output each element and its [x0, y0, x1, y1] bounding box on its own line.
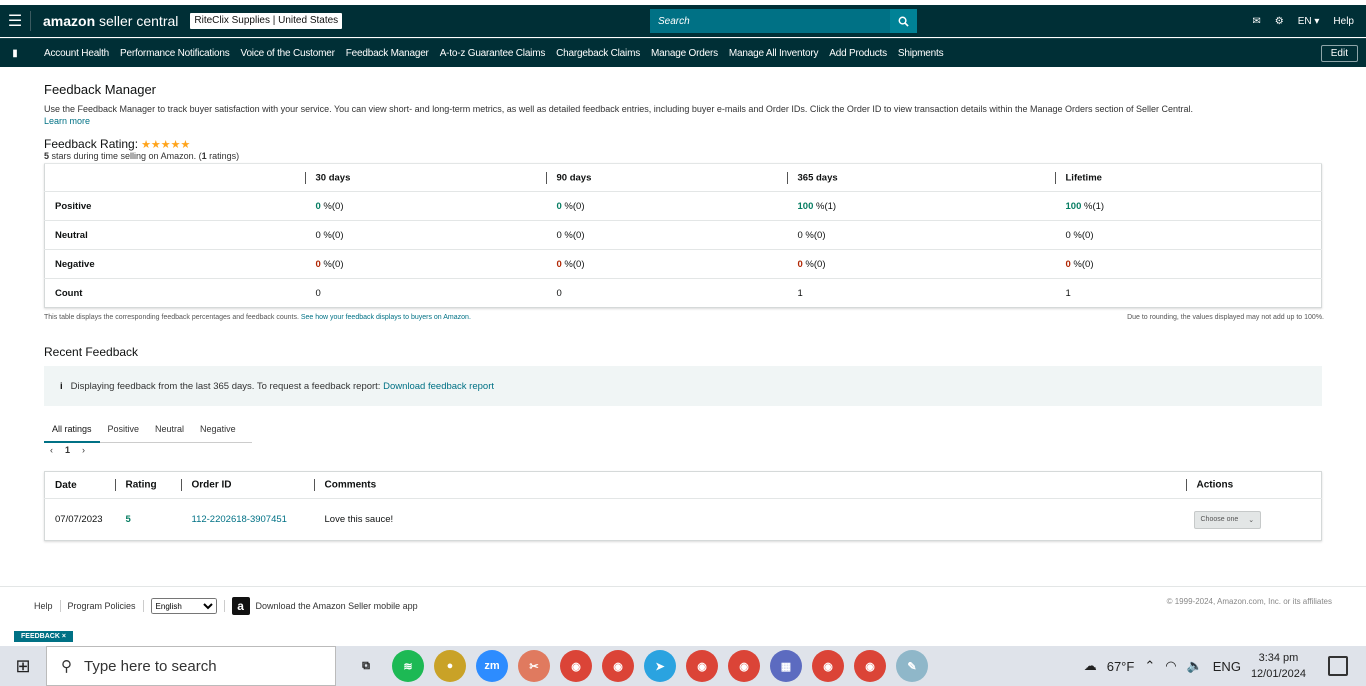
temperature: 67°F: [1106, 658, 1135, 674]
chevron-up-icon[interactable]: ⌃: [1144, 658, 1155, 674]
chrome-profile-icon[interactable]: ◉: [812, 650, 844, 682]
edit-nav-button[interactable]: Edit: [1320, 45, 1358, 62]
prev-page-icon[interactable]: ‹: [50, 445, 53, 455]
page-title: Feedback Manager: [44, 82, 157, 97]
info-icon: i: [60, 380, 63, 392]
tab-all-ratings[interactable]: All ratings: [44, 415, 100, 443]
table-header-row: Date Rating Order ID Comments Actions: [55, 479, 1234, 491]
recent-feedback-table: Date Rating Order ID Comments Actions 07…: [44, 471, 1322, 541]
table-row: Count 0 0 1 1: [44, 278, 1322, 308]
search-box: [650, 9, 917, 33]
table-row: Neutral 0 %(0) 0 %(0) 0 %(0) 0 %(0): [44, 220, 1322, 250]
chrome-profile-icon[interactable]: ◉: [728, 650, 760, 682]
bookmark-icon[interactable]: ▮: [0, 48, 30, 59]
pagination: ‹ 1 ›: [44, 445, 1324, 455]
feedback-tag[interactable]: FEEDBACK ×: [14, 631, 73, 642]
language-selector[interactable]: EN ▾: [1298, 16, 1320, 27]
nav-item-feedback-manager[interactable]: Feedback Manager: [346, 48, 429, 59]
order-id-link[interactable]: 112-2202618-3907451: [192, 514, 287, 525]
chrome-profile-icon[interactable]: ◉: [602, 650, 634, 682]
seller-central-logo[interactable]: amazon seller central: [30, 11, 178, 31]
zoom-icon[interactable]: zm: [476, 650, 508, 682]
input-language[interactable]: ENG: [1213, 659, 1241, 674]
table-row: 07/07/2023 5 112-2202618-3907451 Love th…: [44, 498, 1322, 541]
weather-icon[interactable]: ☁: [1084, 658, 1097, 674]
calculator-icon[interactable]: ▦: [770, 650, 802, 682]
chevron-down-icon: ⌄: [1248, 516, 1255, 524]
task-view-icon[interactable]: ⧉: [350, 650, 382, 682]
rating-tabs: All ratings Positive Neutral Negative: [44, 415, 252, 443]
download-app-link[interactable]: Download the Amazon Seller mobile app: [256, 601, 418, 611]
rating-summary: 5 stars during time selling on Amazon. (…: [44, 151, 240, 161]
taskbar-search[interactable]: ⚲ Type here to search: [46, 646, 336, 686]
clock[interactable]: 3:34 pm 12/01/2024: [1251, 650, 1306, 682]
program-policies-link[interactable]: Program Policies: [68, 601, 136, 611]
table-row: Negative 0 %(0) 0 %(0) 0 %(0) 0 %(0): [44, 249, 1322, 279]
game-app-icon[interactable]: ●: [434, 650, 466, 682]
feedback-rating: Feedback Rating: ★★★★★: [44, 137, 191, 151]
snip-tool-icon[interactable]: ✂: [518, 650, 550, 682]
taskbar: ⊞ ⚲ Type here to search ⧉ ≋ ● zm ✂ ◉ ◉ ➤…: [0, 646, 1366, 686]
table-row: Positive 0 %(0) 0 %(0) 100 %(1) 100 %(1): [44, 191, 1322, 221]
table-header-row: 30 days 90 days 365 days Lifetime: [44, 163, 1322, 192]
notes-icon[interactable]: ✎: [896, 650, 928, 682]
nav-item-performance-notifications[interactable]: Performance Notifications: [120, 48, 230, 59]
nav-item-a-to-z-claims[interactable]: A-to-z Guarantee Claims: [440, 48, 546, 59]
nav-item-account-health[interactable]: Account Health: [44, 48, 109, 59]
amazon-app-icon: a: [231, 597, 250, 615]
tab-positive[interactable]: Positive: [100, 415, 148, 443]
account-switcher[interactable]: RiteClix Supplies | United States: [190, 13, 343, 29]
search-icon: [898, 16, 909, 27]
nav-item-shipments[interactable]: Shipments: [898, 48, 944, 59]
mail-icon[interactable]: ✉: [1252, 16, 1260, 27]
current-page[interactable]: 1: [65, 445, 70, 455]
spotify-icon[interactable]: ≋: [392, 650, 424, 682]
top-bar: ☰ amazon seller central RiteClix Supplie…: [0, 5, 1366, 37]
notification-icon[interactable]: [1328, 656, 1348, 676]
nav-item-add-products[interactable]: Add Products: [829, 48, 887, 59]
search-button[interactable]: [890, 9, 917, 33]
star-rating-icon: ★★★★★: [141, 138, 191, 151]
info-banner: i Displaying feedback from the last 365 …: [44, 366, 1322, 406]
chrome-profile-icon[interactable]: ◉: [686, 650, 718, 682]
language-select[interactable]: English: [150, 598, 217, 614]
next-page-icon[interactable]: ›: [82, 445, 85, 455]
feedback-summary-table: 30 days 90 days 365 days Lifetime Positi…: [44, 163, 1322, 308]
gear-icon[interactable]: ⚙: [1275, 16, 1284, 27]
footer: Help Program Policies English a Download…: [0, 586, 1366, 646]
system-tray: ☁ 67°F ⌃ ◠ 🔈 ENG 3:34 pm 12/01/2024: [1084, 646, 1306, 686]
nav-bar: ▮ Account Health Performance Notificatio…: [0, 38, 1366, 67]
tab-neutral[interactable]: Neutral: [147, 415, 192, 443]
telegram-icon[interactable]: ➤: [644, 650, 676, 682]
nav-item-voice-of-customer[interactable]: Voice of the Customer: [241, 48, 335, 59]
page-description: Use the Feedback Manager to track buyer …: [44, 104, 1194, 126]
volume-icon[interactable]: 🔈: [1187, 658, 1203, 674]
learn-more-link[interactable]: Learn more: [44, 116, 90, 126]
nav-item-manage-inventory[interactable]: Manage All Inventory: [729, 48, 819, 59]
see-feedback-display-link[interactable]: See how your feedback displays to buyers…: [301, 314, 471, 321]
actions-dropdown[interactable]: Choose one ⌄: [1193, 510, 1262, 529]
nav-item-manage-orders[interactable]: Manage Orders: [651, 48, 718, 59]
nav-item-chargeback-claims[interactable]: Chargeback Claims: [556, 48, 640, 59]
windows-start-icon[interactable]: ⊞: [0, 656, 46, 677]
menu-icon[interactable]: ☰: [0, 11, 30, 31]
help-link[interactable]: Help: [1333, 16, 1354, 27]
chrome-profile-icon[interactable]: ◉: [854, 650, 886, 682]
recent-feedback-title: Recent Feedback: [44, 345, 139, 359]
search-icon: ⚲: [61, 658, 72, 675]
copyright: © 1999-2024, Amazon.com, Inc. or its aff…: [1166, 597, 1332, 606]
table-notes: This table displays the corresponding fe…: [44, 314, 1324, 321]
chrome-icon[interactable]: ◉: [560, 650, 592, 682]
main-content: Feedback Manager Use the Feedback Manage…: [44, 82, 1324, 541]
wifi-icon[interactable]: ◠: [1165, 658, 1176, 674]
footer-help-link[interactable]: Help: [34, 601, 53, 611]
search-input[interactable]: [650, 9, 890, 33]
tab-negative[interactable]: Negative: [192, 415, 244, 443]
download-feedback-report-link[interactable]: Download feedback report: [383, 381, 494, 392]
